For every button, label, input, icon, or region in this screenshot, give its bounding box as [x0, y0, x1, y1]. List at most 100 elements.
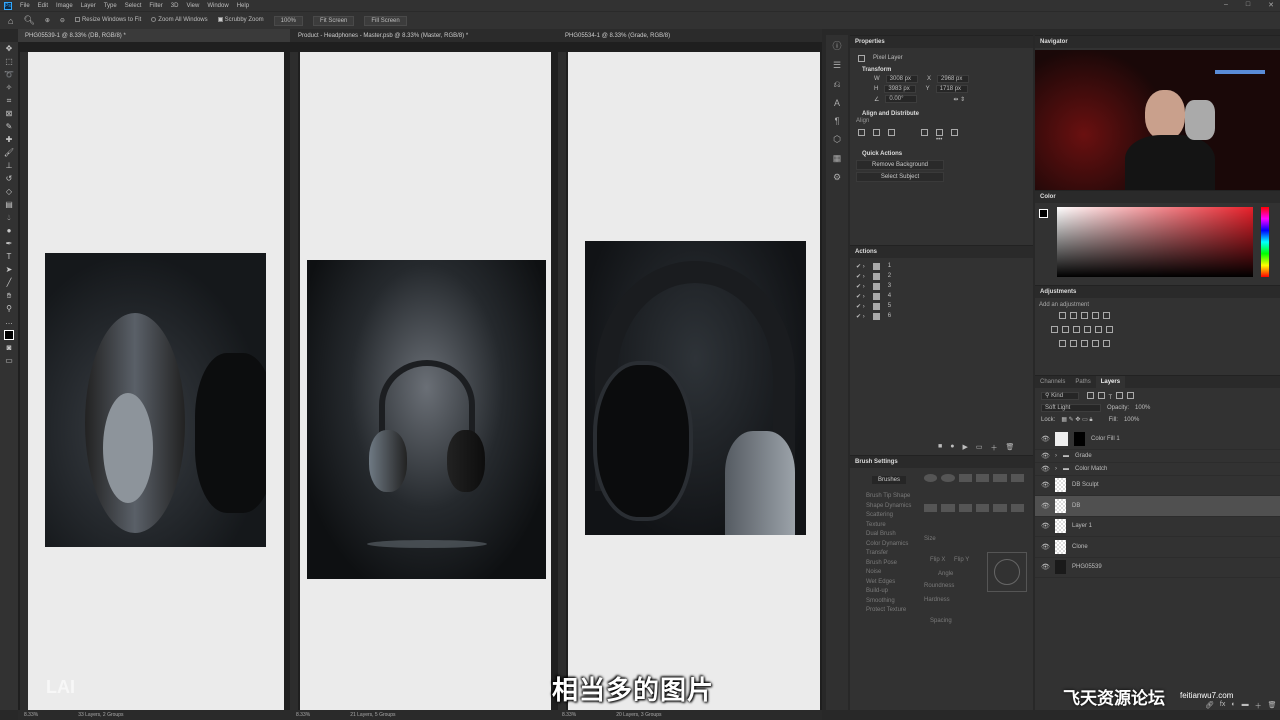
visibility-eye-icon[interactable]: 👁︎ [1041, 502, 1050, 510]
opacity-field[interactable]: 100% [1135, 405, 1150, 411]
visibility-eye-icon[interactable]: 👁︎ [1041, 522, 1050, 530]
brush-option[interactable]: Texture [866, 521, 911, 531]
filter-icons[interactable]: T [1085, 391, 1136, 401]
action-set[interactable]: ✔ › 5 [850, 301, 1033, 311]
fill-screen-button[interactable]: Fill Screen [364, 15, 407, 26]
scrubby-zoom-checkbox[interactable]: Scrubby Zoom [217, 17, 264, 24]
3d-icon[interactable]: ⬡ [833, 134, 841, 145]
zoom-out-icon[interactable]: ⊖ [60, 17, 65, 24]
brush-settings-icon[interactable]: ⚙ [833, 172, 841, 183]
adjust-icon[interactable]: ☰ [833, 60, 841, 71]
fill-field[interactable]: 100% [1124, 417, 1139, 423]
resize-windows-checkbox[interactable]: Resize Windows to Fit [74, 17, 141, 24]
tab-layers[interactable]: Layers [1095, 376, 1126, 388]
brush-option[interactable]: Brush Pose [866, 559, 911, 569]
history-icon[interactable]: ⎌ [833, 79, 840, 90]
adjustment-icons[interactable] [1035, 312, 1280, 349]
more-options-icon[interactable]: ••• [850, 137, 1033, 143]
visibility-eye-icon[interactable]: 👁︎ [1041, 543, 1050, 551]
brush-option[interactable]: Shape Dynamics [866, 502, 911, 512]
document-3[interactable] [556, 42, 822, 710]
layer-row-selected[interactable]: 👁︎ DB [1035, 496, 1280, 517]
menu-file[interactable]: File [20, 3, 30, 9]
move-tool-icon[interactable]: ✥ [6, 44, 13, 54]
hue-slider[interactable] [1261, 207, 1269, 277]
type-tool-icon[interactable]: T [7, 252, 12, 262]
more-tools-icon[interactable]: … [5, 317, 13, 327]
layer-row[interactable]: 👁︎ PHG05539 [1035, 558, 1280, 578]
foreground-swatch[interactable] [1039, 209, 1048, 218]
marquee-tool-icon[interactable]: ⬚ [5, 57, 13, 67]
visibility-eye-icon[interactable]: 👁︎ [1041, 563, 1050, 571]
gradient-icon[interactable]: ▤ [5, 200, 13, 210]
spacing-checkbox[interactable]: Spacing [930, 618, 952, 624]
document-2[interactable] [290, 42, 556, 710]
action-set[interactable]: ✔ › 1 [850, 261, 1033, 271]
flip-x-checkbox[interactable]: Flip X [930, 557, 945, 563]
flip-icons[interactable]: ⇹ ⇕ [953, 96, 965, 103]
tab-document-3[interactable]: PHG05534-1 @ 8.33% (Grade, RGB/8) [556, 29, 822, 42]
tab-paths[interactable]: Paths [1070, 379, 1095, 385]
menu-select[interactable]: Select [125, 3, 142, 9]
blur-icon[interactable]: 💧︎ [7, 213, 10, 223]
visibility-eye-icon[interactable]: 👁︎ [1041, 435, 1050, 443]
eyedropper-icon[interactable]: ✎ [6, 122, 13, 132]
action-set[interactable]: ✔ › 4 [850, 291, 1033, 301]
info-icon[interactable]: ⓘ [832, 39, 841, 52]
brush-option[interactable]: Color Dynamics [866, 540, 911, 550]
flip-y-checkbox[interactable]: Flip Y [954, 557, 969, 563]
minimize-button[interactable]: – [1224, 1, 1228, 9]
brushes-button[interactable]: Brushes [872, 476, 907, 484]
brush-option[interactable]: Dual Brush [866, 530, 911, 540]
brush-option[interactable]: Transfer [866, 549, 911, 559]
zoom-icon[interactable]: ⚲ [6, 304, 12, 314]
menu-type[interactable]: Type [104, 3, 117, 9]
action-set[interactable]: ✔ › 3 [850, 281, 1033, 291]
layer-row[interactable]: 👁︎ Layer 1 [1035, 517, 1280, 537]
menu-help[interactable]: Help [237, 3, 249, 9]
frame-tool-icon[interactable]: ⊠ [6, 109, 13, 119]
visibility-eye-icon[interactable]: 👁︎ [1041, 481, 1050, 489]
brush-angle-preview[interactable] [987, 552, 1027, 592]
menu-filter[interactable]: Filter [149, 3, 162, 9]
angle-field[interactable]: 0.00° [885, 95, 918, 103]
action-set[interactable]: ✔ › 6 [850, 311, 1033, 321]
screen-mode-icon[interactable]: ▭ [5, 356, 13, 366]
line-tool-icon[interactable]: ╱ [7, 278, 12, 288]
brush-option[interactable]: Build-up [866, 587, 911, 597]
fit-screen-button[interactable]: Fit Screen [313, 15, 355, 26]
lock-icons[interactable]: ▦ ✎ ✥ ▭ 🔒︎ [1061, 416, 1092, 424]
dodge-icon[interactable]: ● [7, 226, 12, 236]
y-field[interactable]: 1718 px [935, 85, 968, 93]
brush-option[interactable]: Scattering [866, 511, 911, 521]
select-subject-button[interactable]: Select Subject [856, 172, 944, 182]
magic-wand-icon[interactable]: ✧ [6, 83, 13, 93]
brush-option[interactable]: Wet Edges [866, 578, 911, 588]
kind-filter[interactable]: ⚲ Kind [1041, 392, 1079, 400]
document-1[interactable]: LAI [18, 42, 290, 710]
lasso-tool-icon[interactable]: ➰ [4, 70, 14, 80]
pen-tool-icon[interactable]: ✒ [6, 239, 13, 249]
crop-tool-icon[interactable]: ⌗ [7, 96, 12, 106]
menu-layer[interactable]: Layer [81, 3, 96, 9]
layer-row[interactable]: 👁︎ › ▬ Grade [1035, 450, 1280, 463]
quick-mask-icon[interactable]: ◙ [7, 343, 12, 353]
character-icon[interactable]: A [834, 98, 840, 108]
menu-3d[interactable]: 3D [171, 3, 179, 9]
menu-edit[interactable]: Edit [38, 3, 48, 9]
color-swatches-icon[interactable] [4, 330, 14, 340]
layer-row[interactable]: 👁︎ DB Sculpt [1035, 476, 1280, 496]
zoom-tool-icon[interactable]: 🔍︎ [23, 15, 34, 26]
tab-document-2[interactable]: Product - Headphones - Master.psb @ 8.33… [290, 29, 556, 42]
brush-option[interactable]: Protect Texture [866, 606, 911, 616]
tab-document-1[interactable]: PHG05539-1 @ 8.33% (DB, RGB/8) * [18, 29, 290, 42]
blend-mode-select[interactable]: Soft Light [1041, 404, 1101, 412]
path-select-icon[interactable]: ➤ [6, 265, 13, 275]
brush-tool-icon[interactable]: 🖌︎ [4, 148, 14, 158]
home-icon[interactable]: ⌂ [8, 16, 13, 26]
actions-controls[interactable]: ■ ● ▶ ▭ ＋ 🗑︎ [938, 443, 1014, 453]
color-picker-field[interactable] [1057, 207, 1253, 277]
menu-view[interactable]: View [186, 3, 199, 9]
menu-image[interactable]: Image [56, 3, 73, 9]
paragraph-icon[interactable]: ¶ [835, 116, 840, 126]
